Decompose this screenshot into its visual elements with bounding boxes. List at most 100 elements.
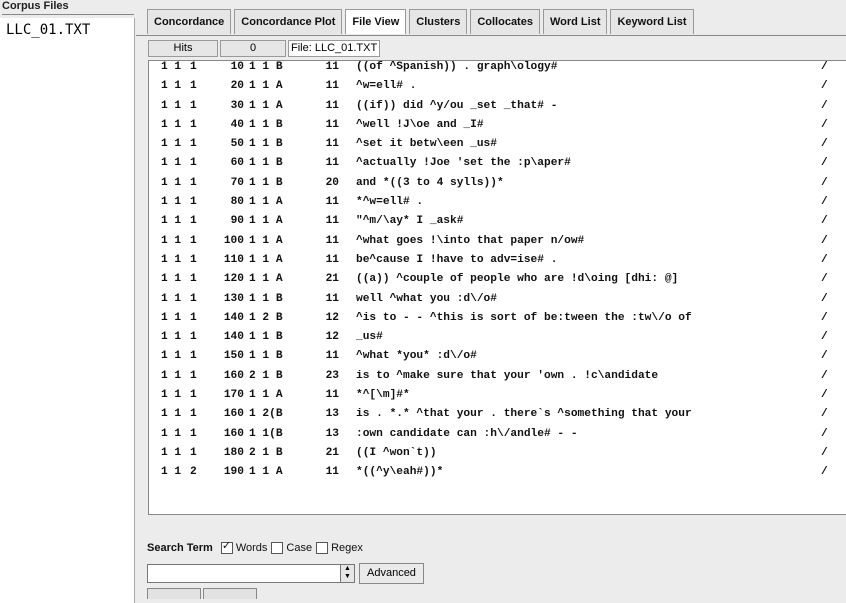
row-end: / [821, 350, 828, 363]
row-text: ^set it betw\een _us# [356, 138, 497, 151]
row-a: 1 1 [161, 99, 182, 112]
tab-word-list[interactable]: Word List [542, 9, 608, 34]
search-row: ▲ ▼ Advanced [147, 563, 424, 584]
row-d: 1 1 B [249, 118, 283, 131]
row-n: 30 [230, 99, 244, 112]
row-d: 1 1 A [249, 466, 283, 479]
tab-file-view[interactable]: File View [345, 9, 407, 34]
regex-checkbox[interactable] [316, 542, 329, 554]
row-t: 11 [325, 253, 339, 266]
tab-concordance[interactable]: Concordance [147, 9, 232, 34]
row-end: / [821, 234, 828, 247]
text-row: 1 1 1 90 1 1 A 11 "^m/\ay* I _ask# / [149, 215, 846, 234]
row-d: 1 1 A [249, 389, 283, 402]
search-options: Search Term Words Case Regex [147, 539, 363, 556]
row-t: 11 [325, 292, 339, 305]
row-n: 140 [223, 331, 244, 344]
row-t: 11 [325, 234, 339, 247]
row-end: / [821, 80, 828, 93]
row-end: / [821, 408, 828, 421]
row-text: is to ^make sure that your 'own . !c\and… [356, 369, 659, 382]
row-n: 20 [230, 80, 244, 93]
row-t: 11 [325, 99, 339, 112]
hits-label: Hits [148, 40, 218, 57]
row-b: 1 [190, 350, 197, 363]
row-d: 1 1 A [249, 215, 283, 228]
text-row: 1 1 1 130 1 1 B 11 well ^what you :d\/o# / [149, 293, 846, 312]
row-b: 1 [190, 311, 197, 324]
row-end: / [821, 427, 828, 440]
text-row: 1 1 1 160 1 2(B 13 is . *.* ^that your . ther… [149, 408, 846, 427]
row-a: 1 1 [161, 273, 182, 286]
text-row: 1 1 1 60 1 1 B 11 ^actually !Joe 'set the :p\… [149, 157, 846, 176]
row-text: _us# [356, 331, 383, 344]
row-t: 20 [325, 176, 339, 189]
stop-button[interactable] [203, 588, 257, 599]
tab-collocates[interactable]: Collocates [470, 9, 540, 34]
tab-clusters[interactable]: Clusters [409, 9, 468, 34]
row-b: 1 [190, 331, 197, 344]
text-row: 1 1 1 100 1 1 A 11 ^what goes !\into that pap… [149, 235, 846, 254]
row-d: 1 1 B [249, 176, 283, 189]
row-end: / [821, 446, 828, 459]
row-t: 13 [325, 408, 339, 421]
corpus-file-item[interactable]: LLC_01.TXT [0, 18, 134, 42]
corpus-file-list[interactable]: LLC_01.TXT [0, 18, 135, 603]
text-row: 1 1 1 70 1 1 B 20 and *((3 to 4 sylls))* / [149, 177, 846, 196]
row-d: 2 1 B [249, 446, 283, 459]
row-end: / [821, 253, 828, 266]
row-text: is . *.* ^that your . there`s ^something… [356, 408, 692, 421]
search-input[interactable] [147, 564, 341, 583]
row-text: well ^what you :d\/o# [356, 292, 497, 305]
row-d: 2 1 B [249, 369, 283, 382]
row-b: 1 [190, 118, 197, 131]
text-row: 1 1 1 30 1 1 A 11 ((if)) did ^y/ou _set _that… [149, 100, 846, 119]
text-row: 1 1 1 10 1 1 B 11 ((of ^Spanish)) . graph\olo… [149, 61, 846, 80]
row-text: ((if)) did ^y/ou _set _that# - [356, 99, 558, 112]
row-d: 1 1 A [249, 234, 283, 247]
corpus-files-panel: Corpus Files LLC_01.TXT [0, 0, 136, 603]
row-n: 80 [230, 196, 244, 209]
row-d: 1 1 B [249, 350, 283, 363]
row-end: / [821, 389, 828, 402]
row-end: / [821, 273, 828, 286]
start-button[interactable] [147, 588, 201, 599]
row-a: 1 1 [161, 311, 182, 324]
row-text: and *((3 to 4 sylls))* [356, 176, 504, 189]
advanced-button[interactable]: Advanced [359, 563, 424, 584]
case-checkbox[interactable] [271, 542, 284, 554]
row-n: 10 [230, 61, 244, 73]
row-end: / [821, 99, 828, 112]
file-view-text[interactable]: 1 1 1 10 1 1 B 11 ((of ^Spanish)) . graph\olo… [148, 60, 846, 515]
row-b: 1 [190, 99, 197, 112]
search-history-spinner[interactable]: ▲ ▼ [341, 564, 355, 583]
row-n: 160 [223, 408, 244, 421]
row-n: 170 [223, 389, 244, 402]
row-b: 1 [190, 427, 197, 440]
tab-keyword-list[interactable]: Keyword List [610, 9, 694, 34]
row-a: 1 1 [161, 61, 182, 73]
row-end: / [821, 176, 828, 189]
row-n: 140 [223, 311, 244, 324]
row-b: 1 [190, 138, 197, 151]
text-row: 1 1 1 160 1 1(B 13:own candidate can :h\/and… [149, 428, 846, 447]
hits-bar: Hits 0 File: LLC_01.TXT [148, 40, 381, 57]
words-checkbox[interactable] [220, 539, 233, 554]
row-b: 1 [190, 389, 197, 402]
row-a: 1 1 [161, 427, 182, 440]
regex-label: Regex [331, 542, 363, 554]
file-label: File: LLC_01.TXT [288, 40, 381, 57]
row-t: 12 [325, 331, 339, 344]
text-row: 1 1 1 180 2 1 B 21 ((I ^won`t)) / [149, 447, 846, 466]
row-b: 1 [190, 446, 197, 459]
row-t: 11 [325, 118, 339, 131]
row-n: 40 [230, 118, 244, 131]
text-row: 1 1 1 20 1 1 A 11 ^w=ell# . / [149, 80, 846, 99]
row-b: 1 [190, 80, 197, 93]
tab-concordance-plot[interactable]: Concordance Plot [234, 9, 343, 34]
case-label: Case [286, 542, 313, 554]
row-end: / [821, 196, 828, 209]
row-a: 1 1 [161, 446, 182, 459]
row-b: 1 [190, 196, 197, 209]
row-t: 11 [325, 196, 339, 209]
